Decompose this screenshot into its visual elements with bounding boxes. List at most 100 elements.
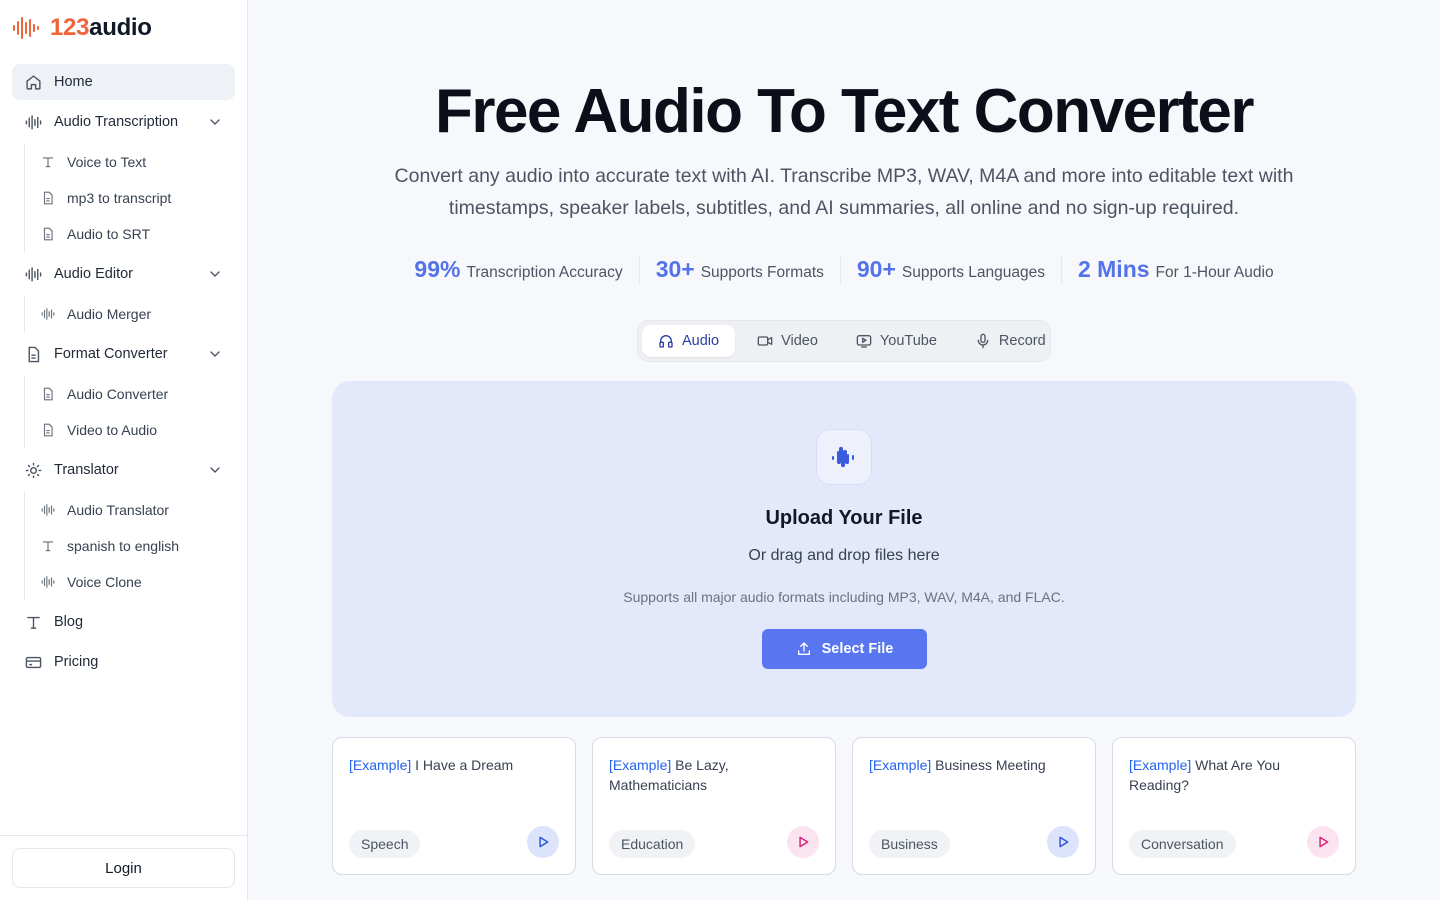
example-cards: [Example] I Have a Dream Speech [Example…: [332, 737, 1356, 875]
sidebar-item-voice-to-text[interactable]: Voice to Text: [29, 144, 235, 180]
sidebar-item-label: Audio Transcription: [54, 114, 179, 130]
microphone-icon: [975, 333, 991, 349]
file-icon: [24, 345, 42, 363]
sidebar-item-audio-editor[interactable]: Audio Editor: [12, 256, 235, 292]
upload-drag-text: Or drag and drop files here: [748, 547, 940, 564]
sidebar-item-audio-to-srt[interactable]: Audio to SRT: [29, 216, 235, 252]
login-button[interactable]: Login: [12, 848, 235, 888]
sidebar-item-voice-clone[interactable]: Voice Clone: [29, 564, 235, 600]
stat-label: For 1-Hour Audio: [1155, 264, 1274, 281]
audio-lines-icon: [41, 503, 55, 517]
file-text-icon: [41, 227, 55, 241]
sidebar-item-mp3-to-transcript[interactable]: mp3 to transcript: [29, 180, 235, 216]
sidebar-item-format-converter[interactable]: Format Converter: [12, 336, 235, 372]
category-tag: Speech: [349, 830, 421, 858]
submenu-audio-transcription: Voice to Text mp3 to transcript Audio to…: [24, 144, 235, 252]
sidebar-item-blog[interactable]: Blog: [12, 604, 235, 640]
stat-languages: 90+ Supports Languages: [839, 256, 1061, 283]
stat-value: 90+: [856, 256, 896, 282]
tab-video[interactable]: Video: [741, 325, 834, 357]
chevron-down-icon[interactable]: [207, 266, 223, 282]
sidebar-item-audio-converter[interactable]: Audio Converter: [29, 376, 235, 412]
source-tabs: Audio Video YouTube Record: [637, 320, 1051, 362]
sidebar-item-label: Translator: [54, 462, 119, 478]
tab-youtube[interactable]: YouTube: [840, 325, 953, 357]
sidebar: 123audio Home Audio Transcription Voice …: [0, 0, 248, 900]
audio-lines-icon: [41, 575, 55, 589]
example-card[interactable]: [Example] Business Meeting Business: [852, 737, 1096, 875]
video-camera-icon: [757, 333, 773, 349]
audio-wave-icon: [816, 429, 872, 485]
play-icon[interactable]: [527, 826, 559, 858]
stat-label: Supports Languages: [901, 264, 1045, 281]
chevron-down-icon[interactable]: [207, 462, 223, 478]
sidebar-item-label: Blog: [54, 614, 84, 630]
category-tag: Business: [869, 830, 950, 858]
sidebar-item-translator[interactable]: Translator: [12, 452, 235, 488]
stat-formats: 30+ Supports Formats: [638, 256, 840, 283]
file-text-icon: [41, 387, 55, 401]
stat-label: Supports Formats: [700, 264, 824, 281]
sidebar-item-audio-merger[interactable]: Audio Merger: [29, 296, 235, 332]
sidebar-item-pricing[interactable]: Pricing: [12, 644, 235, 680]
stat-value: 30+: [655, 256, 695, 282]
sidebar-item-home[interactable]: Home: [12, 64, 235, 100]
file-text-icon: [41, 191, 55, 205]
home-icon: [24, 73, 42, 91]
page-title: Free Audio To Text Converter: [434, 77, 1255, 146]
example-title: [Example] What Are You Reading?: [1129, 757, 1280, 793]
audio-lines-icon: [24, 113, 42, 131]
logo-text: 123audio: [50, 14, 152, 41]
headphones-file-icon: [658, 333, 674, 349]
logo[interactable]: 123audio: [12, 12, 152, 44]
sidebar-nav: Home Audio Transcription Voice to Text m…: [12, 64, 235, 684]
sidebar-item-spanish-to-english[interactable]: spanish to english: [29, 528, 235, 564]
sidebar-footer: Login: [0, 835, 247, 900]
sun-icon: [24, 461, 42, 479]
upload-dropzone[interactable]: Upload Your File Or drag and drop files …: [332, 381, 1356, 717]
upload-support-text: Supports all major audio formats includi…: [623, 589, 1065, 605]
audio-lines-icon: [24, 265, 42, 283]
chevron-down-icon[interactable]: [207, 346, 223, 362]
chevron-down-icon[interactable]: [207, 114, 223, 130]
main-content: Free Audio To Text Converter Convert any…: [248, 0, 1440, 900]
example-title: [Example] Business Meeting: [869, 757, 1046, 773]
tab-audio[interactable]: Audio: [642, 325, 736, 357]
audio-lines-icon: [41, 307, 55, 321]
stats-row: 99% Transcription Accuracy 30+ Supports …: [248, 256, 1440, 283]
sidebar-item-audio-transcription[interactable]: Audio Transcription: [12, 104, 235, 140]
stat-label: Transcription Accuracy: [466, 264, 623, 281]
select-file-button[interactable]: Select File: [762, 629, 927, 669]
page-subtitle: Convert any audio into accurate text wit…: [394, 165, 1294, 219]
sidebar-item-label: Home: [54, 74, 93, 90]
category-tag: Education: [609, 830, 696, 858]
text-type-icon: [41, 539, 55, 553]
text-type-icon: [41, 155, 55, 169]
sidebar-item-label: Format Converter: [54, 346, 168, 362]
submenu-audio-editor: Audio Merger: [24, 296, 235, 332]
credit-card-icon: [24, 653, 42, 671]
sidebar-item-video-to-audio[interactable]: Video to Audio: [29, 412, 235, 448]
example-card[interactable]: [Example] Be Lazy, Mathematicians Educat…: [592, 737, 836, 875]
submenu-format-converter: Audio Converter Video to Audio: [24, 376, 235, 448]
text-type-icon: [24, 613, 42, 631]
example-card[interactable]: [Example] I Have a Dream Speech: [332, 737, 576, 875]
category-tag: Conversation: [1129, 830, 1236, 858]
upload-icon: [797, 642, 810, 655]
tab-record[interactable]: Record: [959, 325, 1062, 357]
youtube-icon: [856, 333, 872, 349]
sidebar-item-label: Pricing: [54, 654, 99, 670]
file-text-icon: [41, 423, 55, 437]
submenu-translator: Audio Translator spanish to english Voic…: [24, 492, 235, 600]
play-icon[interactable]: [1047, 826, 1079, 858]
example-card[interactable]: [Example] What Are You Reading? Conversa…: [1112, 737, 1356, 875]
stat-value: 2 Mins: [1077, 256, 1150, 282]
play-icon[interactable]: [1307, 826, 1339, 858]
stat-speed: 2 Mins For 1-Hour Audio: [1060, 256, 1290, 283]
stat-accuracy: 99% Transcription Accuracy: [398, 256, 638, 283]
logo-waveform-icon: [12, 14, 40, 42]
play-icon[interactable]: [787, 826, 819, 858]
sidebar-item-label: Audio Editor: [54, 266, 133, 282]
stat-value: 99%: [414, 256, 461, 282]
sidebar-item-audio-translator[interactable]: Audio Translator: [29, 492, 235, 528]
